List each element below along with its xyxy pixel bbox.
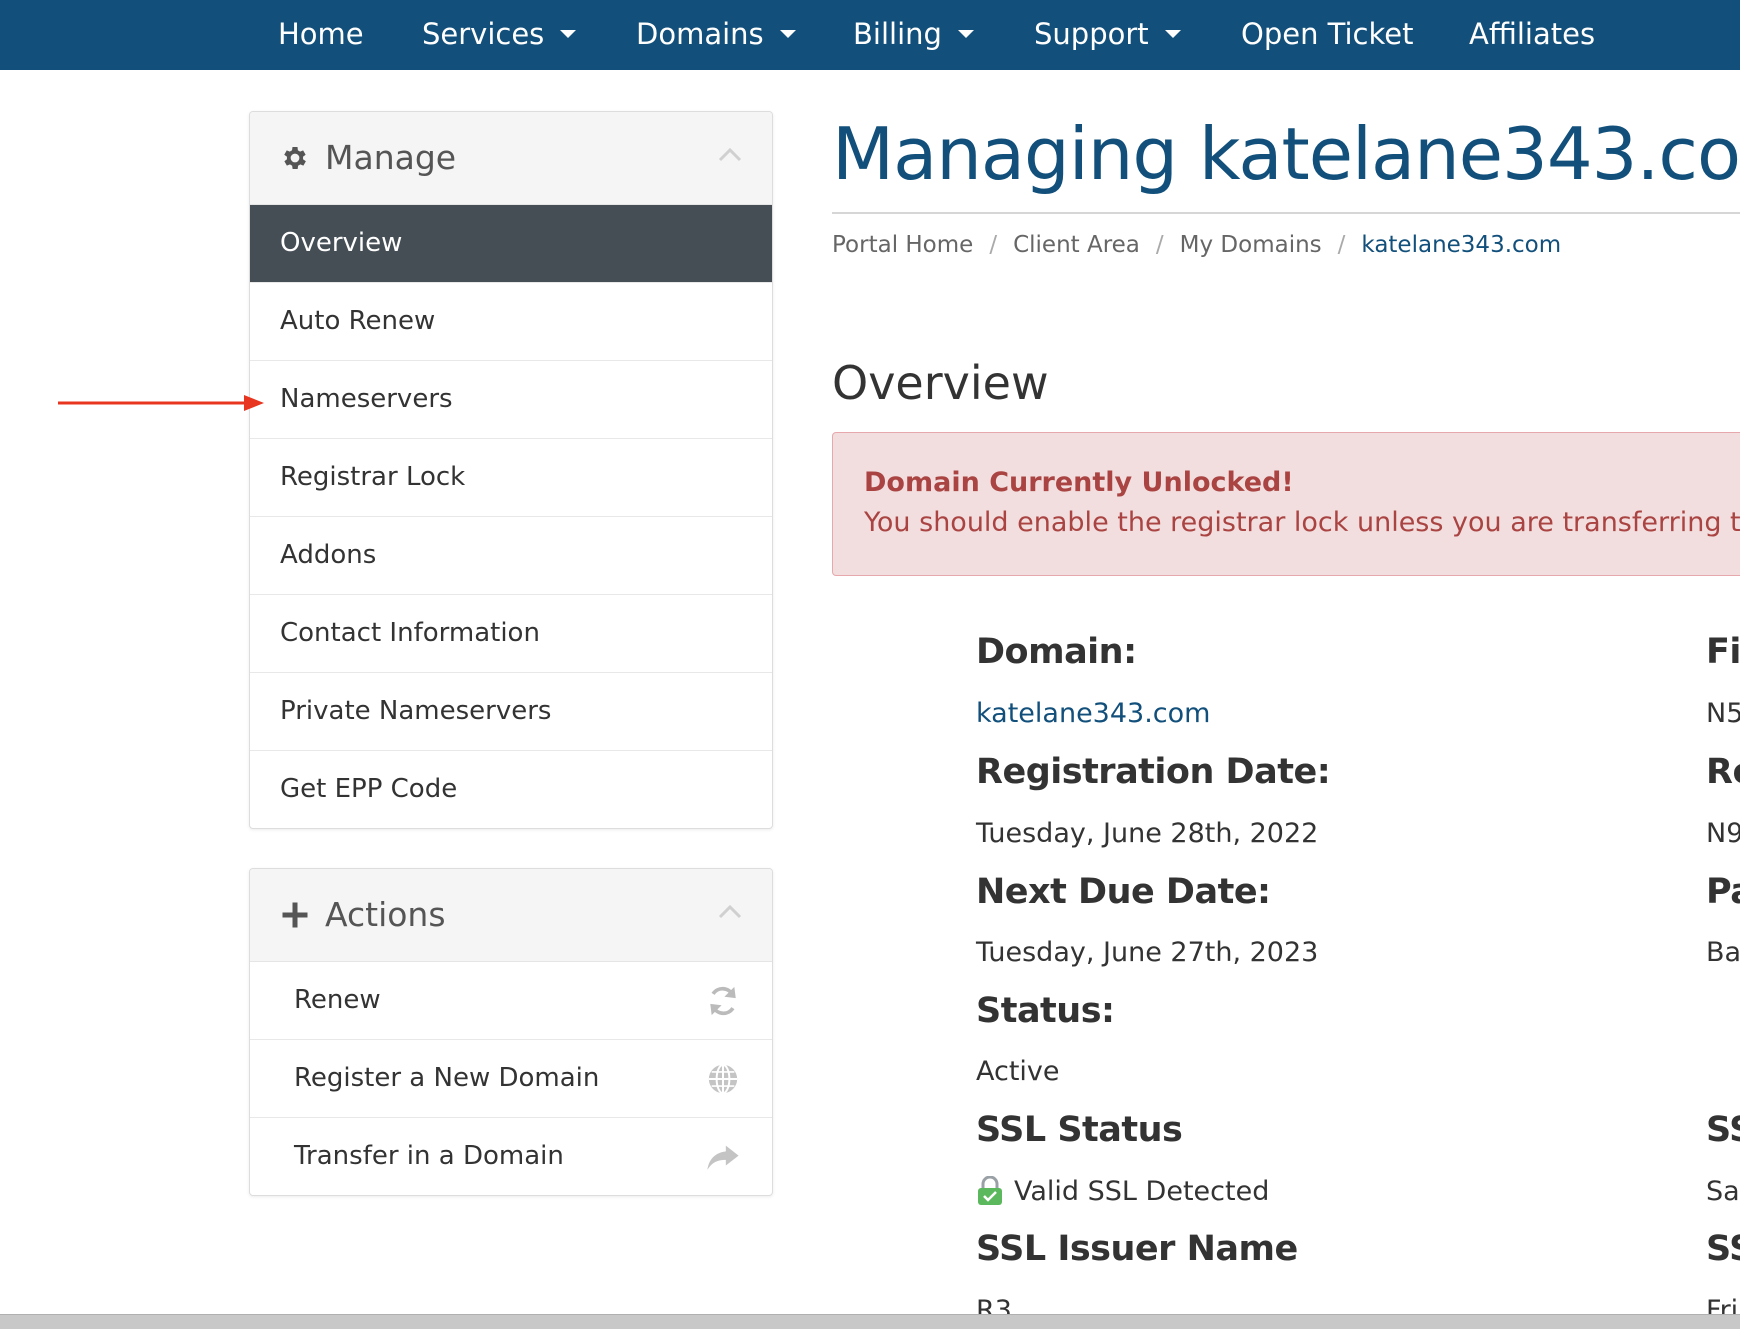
right-value-2: N9 <box>1706 818 1740 849</box>
ssl-issuer-label: SSL Issuer Name <box>976 1229 1298 1269</box>
next-due-date-value: Tuesday, June 27th, 2023 <box>976 937 1319 968</box>
actions-panel-title: Actions <box>325 895 446 934</box>
nav-services-label: Services <box>422 17 545 51</box>
breadcrumb-portal-home[interactable]: Portal Home <box>832 232 973 258</box>
nav-open-ticket-label: Open Ticket <box>1241 17 1414 51</box>
right-label-3: Pa <box>1706 872 1740 912</box>
status-label: Status: <box>976 991 1115 1031</box>
breadcrumb-client-area[interactable]: Client Area <box>1013 232 1140 258</box>
action-renew[interactable]: Renew <box>250 962 772 1040</box>
breadcrumb-separator: / <box>989 232 998 258</box>
nav-domains[interactable]: Domains <box>636 0 796 70</box>
right-value-1: N5 <box>1706 698 1740 729</box>
breadcrumb-separator: / <box>1337 232 1346 258</box>
dock-strip <box>0 1314 1740 1329</box>
annotation-arrow-icon <box>58 395 264 411</box>
nav-home-label: Home <box>278 17 364 51</box>
caret-down-icon <box>560 30 577 38</box>
right-label-5: SS <box>1706 1229 1740 1269</box>
nav-affiliates[interactable]: Affiliates <box>1469 0 1595 70</box>
ssl-status-value-row: Valid SSL Detected <box>976 1176 1269 1207</box>
manage-panel: Manage Overview Auto Renew Nameservers R… <box>249 111 773 829</box>
sidebar-item-addons[interactable]: Addons <box>250 517 772 595</box>
next-due-date-label: Next Due Date: <box>976 872 1271 912</box>
ssl-status-label: SSL Status <box>976 1110 1183 1150</box>
page-title: Managing katelane343.com <box>832 112 1740 196</box>
alert-title: Domain Currently Unlocked! <box>864 467 1294 498</box>
manage-panel-heading[interactable]: Manage <box>250 112 772 205</box>
sidebar-item-private-nameservers[interactable]: Private Nameservers <box>250 673 772 751</box>
domain-value[interactable]: katelane343.com <box>976 698 1210 729</box>
plus-icon <box>282 902 308 928</box>
nav-home[interactable]: Home <box>278 0 364 70</box>
action-transfer-domain[interactable]: Transfer in a Domain <box>250 1118 772 1195</box>
actions-panel: Actions Renew Register a New Domain Tran… <box>249 868 773 1196</box>
nav-support[interactable]: Support <box>1034 0 1181 70</box>
caret-down-icon <box>957 30 974 38</box>
sidebar-item-contact-information[interactable]: Contact Information <box>250 595 772 673</box>
nav-services[interactable]: Services <box>422 0 577 70</box>
title-divider <box>832 212 1740 214</box>
nav-billing[interactable]: Billing <box>853 0 974 70</box>
right-value-3: Ba <box>1706 937 1740 968</box>
breadcrumb: Portal Home / Client Area / My Domains / katel… <box>832 232 1561 262</box>
right-label-2: Re <box>1706 752 1740 792</box>
top-navbar: Home Services Domains Billing Support Op… <box>0 0 1740 70</box>
right-label-1: Fi <box>1706 632 1740 672</box>
actions-panel-heading[interactable]: Actions <box>250 869 772 962</box>
caret-down-icon <box>1164 30 1181 38</box>
breadcrumb-separator: / <box>1155 232 1164 258</box>
ssl-status-value: Valid SSL Detected <box>1014 1176 1270 1207</box>
nav-domains-label: Domains <box>636 17 764 51</box>
action-register-label: Register a New Domain <box>294 1063 600 1093</box>
caret-down-icon <box>779 30 796 38</box>
sidebar-item-nameservers[interactable]: Nameservers <box>250 361 772 439</box>
domain-label: Domain: <box>976 632 1137 672</box>
nav-affiliates-label: Affiliates <box>1469 17 1596 51</box>
registration-date-label: Registration Date: <box>976 752 1331 792</box>
nav-support-label: Support <box>1034 17 1149 51</box>
nav-open-ticket[interactable]: Open Ticket <box>1241 0 1413 70</box>
sidebar-item-registrar-lock[interactable]: Registrar Lock <box>250 439 772 517</box>
refresh-icon <box>710 986 736 1016</box>
alert-body: You should enable the registrar lock unl… <box>864 507 1740 538</box>
action-renew-label: Renew <box>294 985 381 1015</box>
chevron-up-icon[interactable] <box>718 146 742 162</box>
sidebar-item-get-epp-code[interactable]: Get EPP Code <box>250 751 772 828</box>
lock-icon <box>978 1176 1002 1205</box>
registration-date-value: Tuesday, June 28th, 2022 <box>976 818 1319 849</box>
breadcrumb-my-domains[interactable]: My Domains <box>1180 232 1322 258</box>
sidebar-item-overview[interactable]: Overview <box>250 205 772 283</box>
action-transfer-label: Transfer in a Domain <box>294 1141 564 1171</box>
share-arrow-icon <box>707 1145 739 1170</box>
chevron-up-icon[interactable] <box>718 903 742 919</box>
action-register-new-domain[interactable]: Register a New Domain <box>250 1040 772 1118</box>
right-value-4: Sa <box>1706 1176 1740 1207</box>
globe-icon <box>708 1063 738 1095</box>
unlocked-alert: Domain Currently Unlocked! You should en… <box>832 432 1740 576</box>
gear-icon <box>284 147 306 169</box>
status-value: Active <box>976 1056 1060 1087</box>
right-label-4: SS <box>1706 1110 1740 1150</box>
sidebar-item-auto-renew[interactable]: Auto Renew <box>250 283 772 361</box>
section-title: Overview <box>832 356 1049 410</box>
manage-panel-title: Manage <box>325 138 457 177</box>
breadcrumb-current-domain: katelane343.com <box>1361 232 1562 258</box>
nav-billing-label: Billing <box>853 17 942 51</box>
